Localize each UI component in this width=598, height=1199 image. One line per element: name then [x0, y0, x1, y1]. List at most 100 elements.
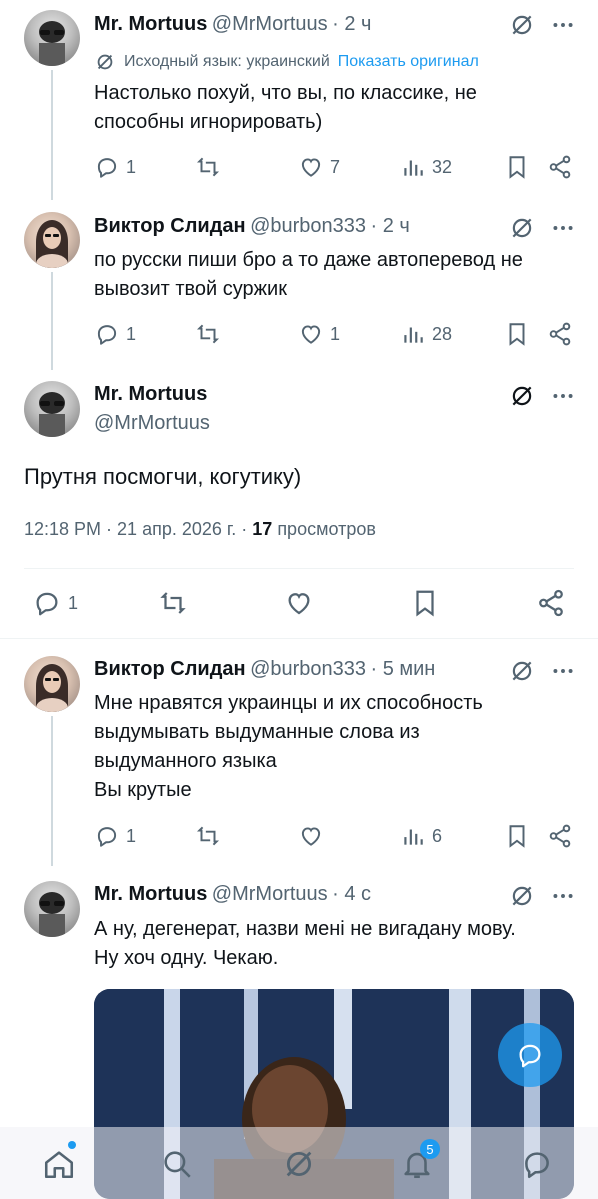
grok-icon [286, 1151, 312, 1177]
bookmark-button[interactable] [504, 823, 530, 849]
retweet-button[interactable] [195, 823, 221, 849]
tweet-text-line: Мне нравятся украинцы и их способность [94, 692, 483, 714]
grok-icon[interactable] [509, 215, 535, 241]
share-button[interactable] [547, 823, 573, 849]
author-name[interactable]: Mr. Mortuus [94, 383, 207, 406]
like-count: 1 [330, 323, 341, 344]
notifications-badge: 5 [420, 1139, 440, 1159]
share-button[interactable] [547, 154, 573, 180]
tweet-text-line: Ну хоч одну. Чекаю. [94, 947, 279, 969]
notifications-tab[interactable]: 5 [400, 1139, 440, 1186]
share-button[interactable] [536, 588, 566, 618]
like-count: 7 [330, 156, 341, 177]
bookmark-icon [509, 156, 525, 179]
like-button[interactable] [298, 823, 324, 849]
avatar[interactable] [24, 656, 80, 712]
tweet-timestamp[interactable]: 12:18 PM · 21 апр. 2026 г. · [24, 519, 247, 539]
tweet-time[interactable]: · 2 ч [332, 13, 371, 35]
views-button[interactable]: 6 [400, 823, 442, 849]
author-handle[interactable]: @MrMortuus [212, 13, 328, 35]
reply-icon [97, 325, 117, 345]
avatar[interactable] [24, 381, 80, 437]
messages-tab[interactable] [520, 1147, 554, 1186]
avatar-image [39, 392, 65, 437]
share-icon [549, 824, 571, 848]
bookmark-icon [509, 825, 525, 848]
tweet-time[interactable]: · 2 ч [370, 215, 409, 237]
reply-button[interactable]: 1 [94, 321, 136, 347]
tweet-text-line: А ну, дегенерат, назви мені не вигадану … [94, 918, 516, 940]
avatar[interactable] [24, 881, 80, 937]
retweet-button[interactable] [195, 321, 221, 347]
views-count: 28 [432, 323, 453, 344]
reply-icon [97, 158, 117, 178]
reply-button[interactable]: 1 [94, 823, 136, 849]
like-button[interactable] [284, 588, 314, 618]
grok-icon[interactable] [509, 383, 535, 409]
reply-button[interactable]: 1 [94, 154, 136, 180]
search-icon [164, 1151, 191, 1178]
views-count: 6 [432, 825, 443, 846]
tweet-text: по русски пиши бро а то даже автоперевод… [94, 249, 523, 300]
retweet-icon [196, 157, 220, 177]
views-icon [404, 160, 423, 176]
more-icon[interactable] [550, 883, 576, 909]
author-name[interactable]: Mr. Mortuus [94, 13, 207, 35]
avatar[interactable] [24, 10, 80, 66]
avatar-image [39, 892, 65, 937]
bookmark-button[interactable] [504, 154, 530, 180]
author-handle[interactable]: @burbon333 [250, 658, 366, 680]
like-icon [301, 827, 321, 846]
views-count: 32 [432, 156, 453, 177]
views-button[interactable]: 32 [400, 154, 452, 180]
tweet-time[interactable]: · 5 мин [370, 658, 435, 680]
search-tab[interactable] [160, 1147, 194, 1186]
retweet-button[interactable] [158, 588, 188, 618]
share-button[interactable] [547, 321, 573, 347]
like-button[interactable]: 7 [298, 154, 340, 180]
messages-icon [525, 1152, 549, 1179]
like-button[interactable]: 1 [298, 321, 340, 347]
grok-icon[interactable] [509, 883, 535, 909]
author-name[interactable]: Mr. Mortuus [94, 883, 207, 905]
bookmark-button[interactable] [504, 321, 530, 347]
views-button[interactable]: 28 [400, 321, 452, 347]
reply-count: 1 [68, 592, 79, 613]
like-icon [288, 593, 310, 615]
avatar-image [36, 220, 68, 268]
tweet-text: Мне нравятся украинцы и их способность в… [94, 689, 574, 805]
tweet-text-line: выдумывать выдуманные слова из [94, 721, 420, 743]
more-icon[interactable] [550, 658, 576, 684]
avatar-image [36, 664, 68, 712]
reply-icon [519, 1044, 541, 1068]
compose-button[interactable] [498, 1023, 562, 1087]
grok-tab[interactable] [282, 1147, 316, 1186]
show-original-link[interactable]: Показать оригинал [338, 53, 479, 71]
tweet-time[interactable]: · 4 с [332, 883, 371, 905]
author-handle[interactable]: @MrMortuus [94, 412, 210, 435]
retweet-icon [196, 324, 220, 344]
bottom-nav: 5 [0, 1127, 598, 1199]
author-handle[interactable]: @MrMortuus [212, 883, 328, 905]
reply-icon [36, 592, 58, 616]
grok-icon[interactable] [509, 658, 535, 684]
views-count: 17 [252, 519, 273, 539]
more-icon[interactable] [550, 215, 576, 241]
author-name[interactable]: Виктор Слидан [94, 215, 246, 237]
views-label: просмотров [277, 519, 376, 539]
more-icon[interactable] [550, 12, 576, 38]
more-icon[interactable] [550, 383, 576, 409]
thread-line [51, 272, 53, 370]
grok-icon[interactable] [509, 12, 535, 38]
author-name[interactable]: Виктор Слидан [94, 658, 246, 680]
author-handle[interactable]: @burbon333 [250, 215, 366, 237]
home-tab[interactable] [42, 1141, 76, 1186]
avatar[interactable] [24, 212, 80, 268]
bookmark-button[interactable] [410, 588, 440, 618]
reply-button[interactable]: 1 [32, 588, 78, 618]
tweet-text: Прутня посмогчи, когутику) [24, 464, 302, 489]
tweet-text: Настолько похуй, что вы, по классике, не… [94, 82, 477, 133]
thread-line [51, 716, 53, 866]
retweet-button[interactable] [195, 154, 221, 180]
home-icon [44, 1151, 74, 1179]
